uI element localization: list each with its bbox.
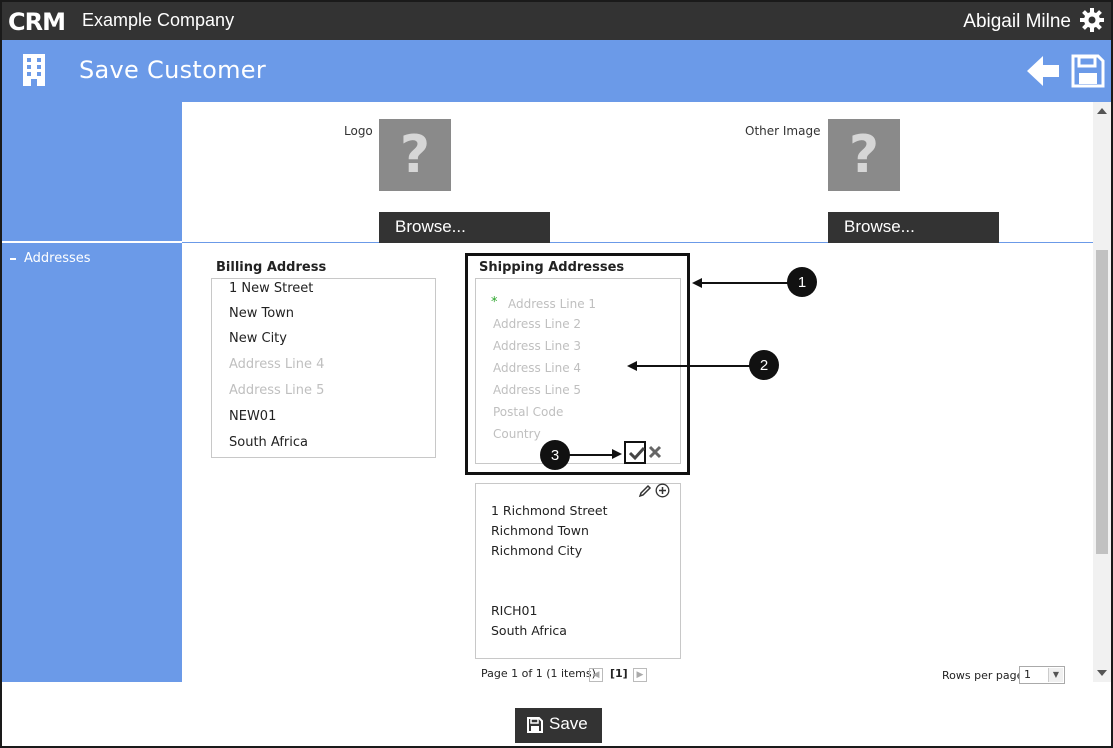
scroll-down-icon[interactable] [1097, 670, 1107, 676]
sidebar: Addresses [2, 102, 182, 682]
other-image-browse-button[interactable]: Browse... [828, 212, 999, 243]
pencil-icon[interactable] [638, 484, 652, 498]
callout-3: 3 [540, 440, 570, 470]
sidebar-item-addresses[interactable]: Addresses [10, 251, 91, 266]
billing-country[interactable]: South Africa [229, 435, 308, 450]
company-name: Example Company [82, 10, 235, 30]
shipping-input-country[interactable]: Country [493, 427, 541, 441]
shipping-card-country: South Africa [491, 623, 567, 638]
crm-logo: CRM [8, 9, 66, 33]
rows-per-page-label: Rows per page: [942, 669, 1028, 682]
logo-placeholder-image: ? [379, 119, 451, 191]
callout-2-arrow [635, 365, 751, 367]
billing-address-title: Billing Address [216, 260, 327, 275]
building-icon [23, 54, 45, 86]
shipping-addresses-title: Shipping Addresses [479, 260, 625, 275]
scroll-up-icon[interactable] [1097, 108, 1107, 114]
chevron-down-icon: ▼ [1048, 668, 1063, 682]
callout-3-arrow [569, 454, 615, 456]
billing-line-3[interactable]: New City [229, 331, 287, 346]
svg-text:CRM: CRM [8, 9, 65, 33]
user-name[interactable]: Abigail Milne [963, 11, 1071, 33]
pager-summary: Page 1 of 1 (1 items) [481, 667, 596, 680]
save-disk-icon [527, 717, 543, 733]
logo-browse-button[interactable]: Browse... [379, 212, 550, 243]
shipping-card-postal-code: RICH01 [491, 603, 538, 618]
shipping-card-line-1: 1 Richmond Street [491, 503, 608, 518]
billing-line-2[interactable]: New Town [229, 306, 294, 321]
shipping-input-line-1[interactable]: Address Line 1 [508, 297, 596, 311]
billing-line-5[interactable]: Address Line 5 [229, 383, 324, 398]
callout-1: 1 [787, 267, 817, 297]
shipping-card-line-2: Richmond Town [491, 523, 589, 538]
checkmark-icon[interactable] [629, 445, 645, 461]
save-button[interactable]: Save [515, 708, 602, 743]
shipping-input-line-5[interactable]: Address Line 5 [493, 383, 581, 397]
vertical-scrollbar[interactable] [1093, 102, 1111, 682]
sidebar-item-label: Addresses [24, 251, 91, 266]
sidebar-divider [2, 241, 182, 243]
billing-postal-code[interactable]: NEW01 [229, 409, 276, 424]
gear-icon[interactable] [1079, 7, 1105, 33]
rows-per-page-value: 1 [1024, 668, 1031, 681]
callout-1-arrow [700, 282, 788, 284]
callout-2: 2 [749, 350, 779, 380]
save-button-label: Save [549, 714, 588, 733]
save-disk-icon[interactable] [1071, 54, 1105, 88]
logo-label: Logo [344, 124, 373, 138]
shipping-input-line-4[interactable]: Address Line 4 [493, 361, 581, 375]
other-image-label: Other Image [745, 124, 821, 138]
scrollbar-thumb[interactable] [1096, 250, 1108, 554]
billing-line-1[interactable]: 1 New Street [229, 281, 313, 296]
callout-3-arrowhead [612, 449, 622, 459]
pager-current-page[interactable]: [1] [610, 667, 628, 680]
shipping-input-postal-code[interactable]: Postal Code [493, 405, 563, 419]
shipping-input-line-3[interactable]: Address Line 3 [493, 339, 581, 353]
pager-prev-button[interactable]: ◀ [589, 668, 603, 682]
billing-line-4[interactable]: Address Line 4 [229, 357, 324, 372]
shipping-card-line-3: Richmond City [491, 543, 583, 558]
shipping-input-line-2[interactable]: Address Line 2 [493, 317, 581, 331]
rows-per-page-select[interactable]: 1 ▼ [1019, 666, 1065, 684]
pager-next-button[interactable]: ▶ [633, 668, 647, 682]
back-arrow-icon[interactable] [1025, 54, 1061, 88]
app-window: CRM Example Company Abigail Milne Save C… [0, 0, 1113, 748]
page-header: Save Customer [2, 40, 1111, 102]
other-image-placeholder: ? [828, 119, 900, 191]
top-bar: CRM Example Company Abigail Milne [2, 2, 1111, 40]
close-icon[interactable] [648, 445, 662, 459]
collapse-icon [10, 257, 16, 260]
required-marker: * [491, 295, 498, 310]
add-circle-icon[interactable] [655, 483, 670, 498]
page-title: Save Customer [79, 56, 267, 84]
